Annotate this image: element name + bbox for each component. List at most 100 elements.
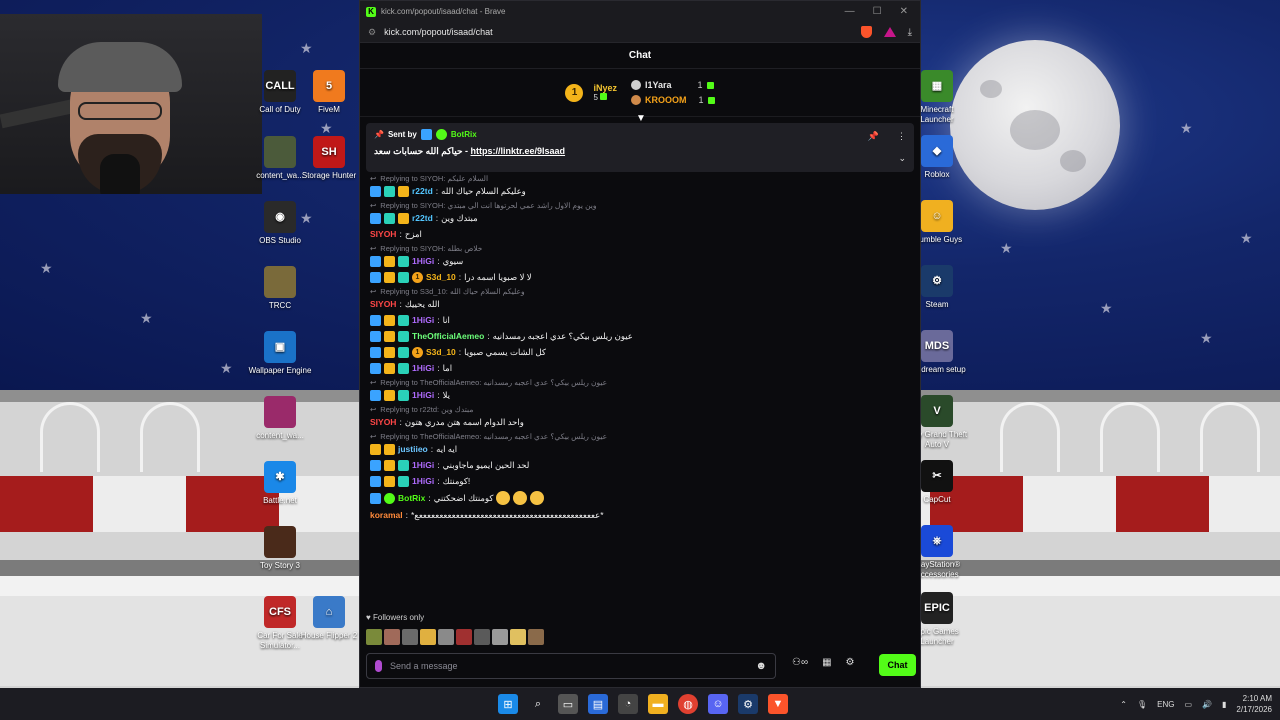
chat-message[interactable]: ↩ Replying to S3d_10: وعليكم السلام حياك …	[370, 285, 910, 312]
chat-message[interactable]: koramal: *ععععععععععععععععععععععععععععععع…	[370, 507, 910, 523]
snipping-tool-icon[interactable]: ◔	[618, 694, 638, 714]
chat-username[interactable]: 1HiGi	[412, 362, 434, 374]
start-menu-icon[interactable]: ⊞	[498, 694, 518, 714]
emote[interactable]	[438, 629, 454, 645]
task-view-icon[interactable]: ▭	[558, 694, 578, 714]
top-gifter-name[interactable]: iNyez	[593, 83, 617, 93]
desktop-icon[interactable]: SH Storage Hunter	[297, 136, 361, 181]
site-settings-icon[interactable]: ⚙	[368, 27, 376, 38]
title-bar[interactable]: K kick.com/popout/isaad/chat - Brave — ☐…	[360, 1, 920, 22]
discord-icon[interactable]: ☺	[708, 694, 728, 714]
network-icon[interactable]: ▭	[1184, 700, 1192, 709]
clock[interactable]: 2:10 AM 2/17/2026	[1236, 693, 1272, 715]
chat-messages[interactable]: ↩ Replying to SIYOH: السلام عليكم r22td: وع…	[360, 172, 920, 592]
chat-message[interactable]: 1HiGi: لحد الحين ايميو ماجاوبني	[370, 457, 910, 473]
brave-icon[interactable]: ▼	[768, 694, 788, 714]
more-options-icon[interactable]: ⋮	[897, 131, 906, 142]
show-hidden-icons-icon[interactable]: ⌃	[1120, 700, 1127, 709]
chat-username[interactable]: justiieo	[398, 443, 428, 455]
battery-icon[interactable]: ▮	[1222, 700, 1226, 709]
desktop-icon[interactable]: ◉ OBS Studio	[248, 201, 312, 246]
search-icon[interactable]: ⌕	[528, 694, 548, 714]
chrome-icon[interactable]: ◍	[678, 694, 698, 714]
chat-username[interactable]: TheOfficialAemeo	[412, 330, 484, 342]
chat-message[interactable]: ↩ Replying to r22td: مبتدك وين SIYOH: واحد …	[370, 403, 910, 430]
gifter-name[interactable]: I1Yara	[645, 80, 672, 90]
desktop-icon[interactable]: ▣ Wallpaper Engine	[248, 331, 312, 376]
desktop-icon[interactable]: 5 FiveM	[297, 70, 361, 115]
chat-username[interactable]: 1HiGi	[412, 459, 434, 471]
chat-username[interactable]: 1HiGi	[412, 475, 434, 487]
chat-username[interactable]: S3d_10	[426, 346, 456, 358]
chat-username[interactable]: SIYOH	[370, 298, 396, 310]
chat-message[interactable]: BotRix: كومنتك اضحكتني	[370, 489, 910, 507]
chat-message[interactable]: 1 S3d_10: لا لا صبويا اسمه درا	[370, 269, 910, 285]
emote[interactable]	[530, 491, 545, 505]
reply-context[interactable]: ↩ Replying to SIYOH: السلام عليكم	[370, 174, 910, 183]
reply-context[interactable]: ↩ Replying to r22td: مبتدك وين	[370, 405, 910, 414]
file-explorer-icon[interactable]: ▬	[648, 694, 668, 714]
desktop-icon[interactable]: TRCC	[248, 266, 312, 311]
close-icon[interactable]: ✕	[900, 6, 908, 17]
chat-message[interactable]: ↩ Replying to SIYOH: وين يوم الاول راشد ع…	[370, 199, 910, 226]
chat-username[interactable]: r22td	[412, 185, 433, 197]
chat-username[interactable]: 1HiGi	[412, 314, 434, 326]
emote[interactable]	[456, 629, 472, 645]
store-icon[interactable]: ▤	[588, 694, 608, 714]
reply-context[interactable]: ↩ Replying to SIYOH: خلاص بطله	[370, 244, 910, 253]
microphone-icon[interactable]: 🎙	[1137, 700, 1147, 709]
reply-context[interactable]: ↩ Replying to SIYOH: وين يوم الاول راشد ع…	[370, 201, 910, 210]
address-bar[interactable]: ⚙ kick.com/popout/isaad/chat ⤓	[360, 22, 920, 43]
volume-icon[interactable]: 🔊	[1202, 700, 1212, 709]
chat-username[interactable]: BotRix	[398, 492, 425, 504]
emote[interactable]	[528, 629, 544, 645]
emote[interactable]	[402, 629, 418, 645]
gift-shop-icon[interactable]: ▦	[822, 657, 831, 668]
brave-rewards-icon[interactable]	[883, 27, 896, 37]
desktop-icon[interactable]: content_wa...	[248, 396, 312, 441]
maximize-icon[interactable]: ☐	[873, 6, 882, 17]
url-text[interactable]: kick.com/popout/isaad/chat	[384, 27, 493, 37]
unpin-icon[interactable]: 📌	[868, 131, 879, 142]
emote[interactable]	[510, 629, 526, 645]
chat-username[interactable]: 1HiGi	[412, 255, 434, 267]
minimize-icon[interactable]: —	[845, 6, 855, 17]
send-chat-button[interactable]: Chat	[879, 654, 916, 676]
chat-message[interactable]: ↩ Replying to SIYOH: السلام عليكم r22td: وع…	[370, 172, 910, 199]
chat-message[interactable]: SIYOH: امزح	[370, 226, 910, 242]
emote[interactable]	[384, 629, 400, 645]
gifter-name[interactable]: KROOOM	[645, 95, 687, 105]
expand-chevron-icon[interactable]: ⌄	[898, 153, 906, 164]
steam-icon[interactable]: ⚙	[738, 694, 758, 714]
chat-message[interactable]: TheOfficialAemeo: عيون ريلس بيكي؟ عدي اعج…	[370, 328, 910, 344]
desktop-icon[interactable]: ✱ Battle.net	[248, 461, 312, 506]
emote[interactable]	[366, 629, 382, 645]
emote[interactable]	[420, 629, 436, 645]
chat-message[interactable]: 1 S3d_10: كل الشات يسمي صبويا	[370, 344, 910, 360]
chat-username[interactable]: r22td	[412, 212, 433, 224]
chat-username[interactable]: koramal	[370, 509, 403, 521]
reply-context[interactable]: ↩ Replying to S3d_10: وعليكم السلام حياك …	[370, 287, 910, 296]
reply-context[interactable]: ↩ Replying to TheOfficialAemeo: عيون ريلس…	[370, 432, 910, 441]
emote[interactable]	[513, 491, 528, 505]
chat-settings-icon[interactable]: ⚙	[846, 657, 855, 668]
language-indicator[interactable]: ENG	[1157, 700, 1174, 709]
emote[interactable]	[496, 491, 511, 505]
emote[interactable]	[492, 629, 508, 645]
reply-context[interactable]: ↩ Replying to TheOfficialAemeo: عيون ريلس…	[370, 378, 910, 387]
emote-row[interactable]	[366, 629, 544, 645]
desktop-icon[interactable]: ⌂ House Flipper 2	[297, 596, 361, 641]
chat-username[interactable]: SIYOH	[370, 228, 396, 240]
emoji-picker-icon[interactable]: ☻	[755, 660, 767, 672]
desktop-icon[interactable]: Toy Story 3	[248, 526, 312, 571]
chat-username[interactable]: 1HiGi	[412, 389, 434, 401]
chat-message[interactable]: ↩ Replying to TheOfficialAemeo: عيون ريلس…	[370, 376, 910, 403]
pinned-sender[interactable]: BotRix	[451, 130, 477, 139]
message-composer[interactable]: Send a message ☻	[366, 653, 776, 679]
viewers-icon[interactable]: ⚇∞	[792, 657, 808, 668]
chat-message[interactable]: ↩ Replying to TheOfficialAemeo: عيون ريلس…	[370, 430, 910, 457]
chat-message[interactable]: 1HiGi: كومنتك!	[370, 473, 910, 489]
pinned-link[interactable]: https://linktr.ee/9Isaad	[471, 146, 566, 156]
chat-username[interactable]: S3d_10	[426, 271, 456, 283]
brave-shield-icon[interactable]	[860, 26, 872, 38]
